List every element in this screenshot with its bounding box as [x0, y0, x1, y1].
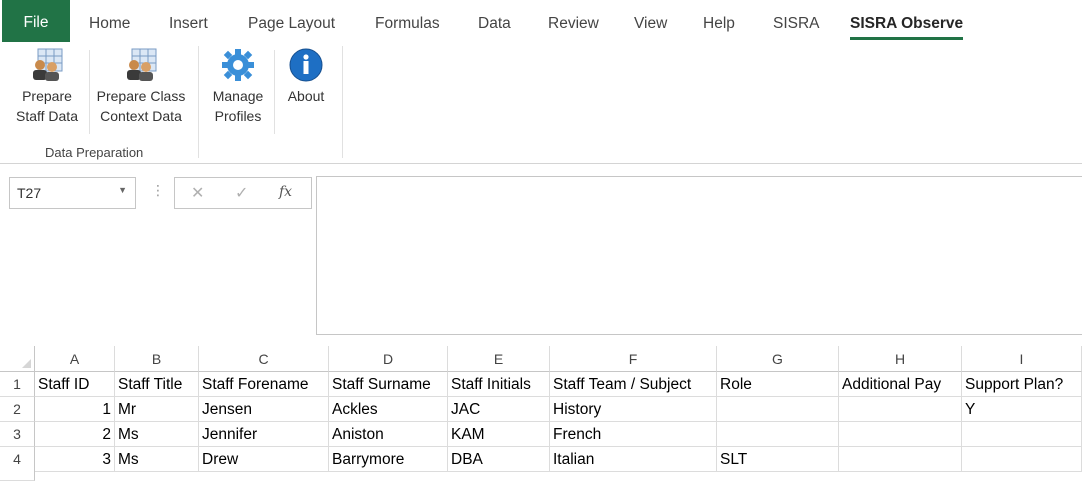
drag-handle-icon[interactable]: ⋮ — [151, 182, 165, 199]
cell-g4[interactable]: SLT — [717, 447, 839, 472]
cell-h2[interactable] — [839, 397, 962, 422]
cell-c1[interactable]: Staff Forename — [199, 372, 329, 397]
about-button[interactable]: About — [280, 48, 332, 106]
ribbon-separator — [89, 50, 90, 134]
cell-h3[interactable] — [839, 422, 962, 447]
cell-d4[interactable]: Barrymore — [329, 447, 448, 472]
cell-a4[interactable]: 3 — [35, 447, 115, 472]
gear-icon — [222, 49, 254, 81]
tab-view[interactable]: View — [634, 0, 667, 44]
prepare-staff-line1: Prepare — [22, 88, 72, 104]
cell-d3[interactable]: Aniston — [329, 422, 448, 447]
column-header-d[interactable]: D — [329, 346, 448, 372]
fx-icon[interactable]: fx — [279, 184, 292, 200]
column-header-i[interactable]: I — [962, 346, 1082, 372]
prepare-staff-line2: Staff Data — [15, 108, 78, 124]
column-header-f[interactable]: F — [550, 346, 717, 372]
prepare-class-line2: Context Data — [100, 108, 182, 124]
formula-input[interactable] — [316, 176, 1082, 335]
manage-profiles-line1: Manage — [212, 88, 264, 104]
column-header-e[interactable]: E — [448, 346, 550, 372]
cell-b1[interactable]: Staff Title — [115, 372, 199, 397]
column-header-a[interactable]: A — [35, 346, 115, 372]
manage-profiles-button[interactable]: Manage Profiles — [206, 48, 270, 126]
tab-help[interactable]: Help — [703, 0, 735, 44]
active-tab-underline — [850, 37, 964, 40]
name-box[interactable]: T27 ▼ — [9, 177, 136, 209]
cell-i4[interactable] — [962, 447, 1082, 472]
cell-i3[interactable] — [962, 422, 1082, 447]
cell-f3[interactable]: French — [550, 422, 717, 447]
column-header-b[interactable]: B — [115, 346, 199, 372]
cell-d2[interactable]: Ackles — [329, 397, 448, 422]
row-header-3[interactable]: 3 — [0, 422, 35, 447]
enter-icon[interactable]: ✓ — [235, 183, 248, 203]
formula-buttons: ✕ ✓ fx — [174, 177, 312, 209]
group-label-data-preparation: Data Preparation — [45, 145, 144, 160]
cell-i2[interactable]: Y — [962, 397, 1082, 422]
cell-h1[interactable]: Additional Pay — [839, 372, 962, 397]
prepare-staff-data-button[interactable]: Prepare Staff Data — [12, 48, 82, 126]
tab-page-layout[interactable]: Page Layout — [248, 0, 335, 44]
group-separator — [198, 46, 199, 158]
cell-e2[interactable]: JAC — [448, 397, 550, 422]
tab-sisra[interactable]: SISRA — [773, 0, 820, 44]
row-header-2[interactable]: 2 — [0, 397, 35, 422]
cell-c4[interactable]: Drew — [199, 447, 329, 472]
people-data-icon — [127, 48, 157, 81]
cell-a1[interactable]: Staff ID — [35, 372, 115, 397]
column-header-g[interactable]: G — [717, 346, 839, 372]
prepare-class-line1: Prepare Class — [96, 88, 186, 104]
cell-b3[interactable]: Ms — [115, 422, 199, 447]
ribbon-tab-bar: File Home Insert Page Layout Formulas Da… — [0, 0, 1082, 44]
cell-e3[interactable]: KAM — [448, 422, 550, 447]
cell-h4[interactable] — [839, 447, 962, 472]
cell-c3[interactable]: Jennifer — [199, 422, 329, 447]
tab-formulas[interactable]: Formulas — [375, 0, 440, 44]
tab-sisra-observe[interactable]: SISRA Observe — [850, 0, 964, 44]
cell-e1[interactable]: Staff Initials — [448, 372, 550, 397]
tab-file[interactable]: File — [2, 0, 70, 42]
column-header-h[interactable]: H — [839, 346, 962, 372]
cell-c2[interactable]: Jensen — [199, 397, 329, 422]
about-label: About — [287, 88, 325, 104]
cell-f2[interactable]: History — [550, 397, 717, 422]
manage-profiles-line2: Profiles — [214, 108, 262, 124]
cell-f1[interactable]: Staff Team / Subject — [550, 372, 717, 397]
cell-f4[interactable]: Italian — [550, 447, 717, 472]
cell-g1[interactable]: Role — [717, 372, 839, 397]
cell-i1[interactable]: Support Plan? — [962, 372, 1082, 397]
name-box-value: T27 — [17, 185, 42, 201]
tab-review[interactable]: Review — [548, 0, 599, 44]
cancel-icon[interactable]: ✕ — [191, 183, 204, 203]
select-all-corner[interactable] — [0, 346, 35, 372]
info-icon — [289, 48, 323, 82]
people-data-icon — [33, 48, 63, 81]
tab-sisra-observe-label: SISRA Observe — [850, 15, 964, 32]
row-header-1[interactable]: 1 — [0, 372, 35, 397]
tab-insert[interactable]: Insert — [169, 0, 208, 44]
tab-home[interactable]: Home — [89, 0, 130, 44]
prepare-class-context-button[interactable]: Prepare Class Context Data — [92, 48, 190, 126]
group-separator — [342, 46, 343, 158]
cell-e4[interactable]: DBA — [448, 447, 550, 472]
cell-g2[interactable] — [717, 397, 839, 422]
row-header-4[interactable]: 4 — [0, 447, 35, 481]
cell-g3[interactable] — [717, 422, 839, 447]
cell-a2[interactable]: 1 — [35, 397, 115, 422]
chevron-down-icon[interactable]: ▼ — [118, 185, 127, 195]
tab-data[interactable]: Data — [478, 0, 511, 44]
cell-b4[interactable]: Ms — [115, 447, 199, 472]
cell-a3[interactable]: 2 — [35, 422, 115, 447]
cell-d1[interactable]: Staff Surname — [329, 372, 448, 397]
ribbon-panel: Prepare Staff Data Prepare Class Context… — [0, 44, 1082, 164]
cell-b2[interactable]: Mr — [115, 397, 199, 422]
ribbon-separator — [274, 50, 275, 134]
column-header-c[interactable]: C — [199, 346, 329, 372]
